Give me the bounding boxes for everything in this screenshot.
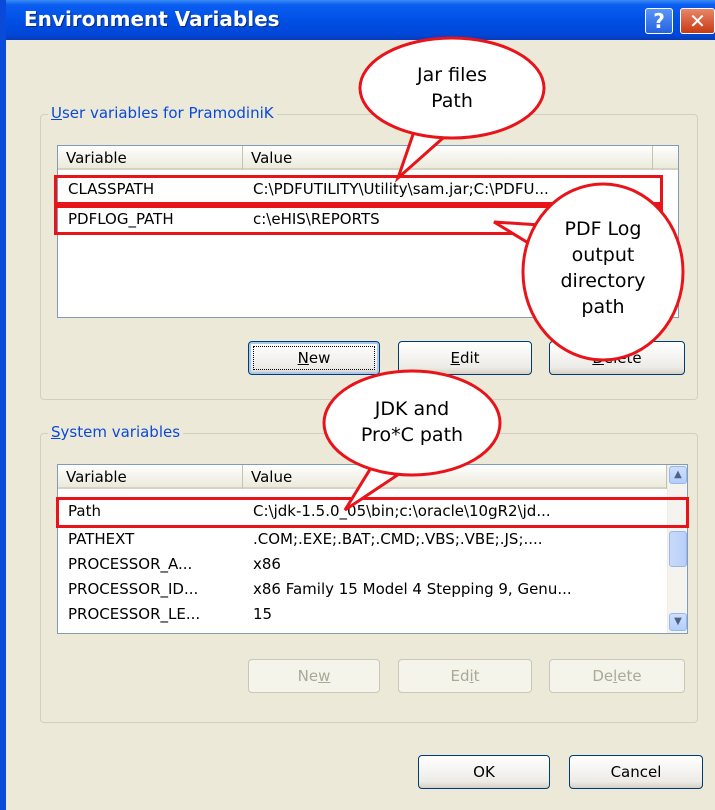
variable-value: x86 Family 15 Model 4 Stepping 9, Genu..…	[253, 580, 572, 598]
system-variables-label: System variables	[48, 423, 184, 441]
system-variables-list[interactable]: Variable Value Path C:\jdk-1.5.0_05\bin;…	[57, 464, 688, 634]
table-row[interactable]: PATHEXT .COM;.EXE;.BAT;.CMD;.VBS;.VBE;.J…	[58, 528, 663, 550]
callout-line: directory	[560, 270, 646, 292]
ok-button[interactable]: OK	[418, 755, 550, 789]
table-row[interactable]: PROCESSOR_A... x86	[58, 553, 663, 575]
system-delete-button[interactable]: Delete	[549, 659, 685, 693]
pdf-log-callout: PDF Log output directory path	[535, 216, 671, 320]
callout-line: PDF Log	[564, 218, 642, 240]
variable-value: x86	[253, 555, 281, 573]
help-button[interactable]: ?	[645, 8, 673, 34]
column-header-variable[interactable]: Variable	[58, 465, 243, 489]
callout-line: Path	[431, 90, 473, 112]
jar-files-callout: Jar files Path	[380, 62, 524, 114]
cancel-button[interactable]: Cancel	[569, 755, 703, 789]
scroll-up-button[interactable]: ▲	[669, 466, 687, 484]
classpath-highlight	[54, 175, 663, 205]
user-variables-label: User variables for PramodiniK	[48, 104, 277, 122]
user-new-button[interactable]: New	[248, 341, 380, 375]
close-button[interactable]: ✕	[680, 8, 715, 34]
callout-line: Jar files	[417, 64, 487, 86]
scroll-thumb[interactable]	[669, 531, 687, 567]
vertical-scrollbar[interactable]: ▲ ▼	[667, 465, 687, 633]
user-list-header: Variable Value	[58, 146, 678, 170]
window-border	[0, 0, 6, 810]
variable-name: PATHEXT	[68, 530, 135, 548]
system-list-header: Variable Value	[58, 465, 667, 489]
variable-name: PROCESSOR_A...	[68, 555, 193, 573]
chevron-up-icon: ▲	[674, 469, 682, 480]
close-icon: ✕	[689, 9, 706, 33]
variable-value: .COM;.EXE;.BAT;.CMD;.VBS;.VBE;.JS;....	[253, 530, 543, 548]
callout-line: path	[581, 296, 625, 318]
window-title: Environment Variables	[24, 7, 280, 31]
help-icon: ?	[653, 9, 665, 33]
jdk-callout: JDK and Pro*C path	[334, 396, 490, 448]
user-delete-button[interactable]: Delete	[549, 341, 685, 375]
table-row[interactable]: PROCESSOR_ID... x86 Family 15 Model 4 St…	[58, 578, 663, 600]
chevron-down-icon: ▼	[674, 616, 682, 627]
scroll-down-button[interactable]: ▼	[669, 613, 687, 631]
system-edit-button[interactable]: Edit	[398, 659, 532, 693]
path-highlight	[56, 497, 689, 528]
user-edit-button[interactable]: Edit	[398, 341, 532, 375]
variable-value: 15	[253, 605, 273, 623]
variable-name: PROCESSOR_ID...	[68, 580, 199, 598]
variable-name: PROCESSOR_LE...	[68, 605, 201, 623]
system-new-button[interactable]: New	[248, 659, 380, 693]
column-header-value[interactable]: Value	[243, 146, 653, 170]
callout-line: output	[571, 244, 635, 266]
table-row[interactable]: PROCESSOR_LE... 15	[58, 603, 663, 625]
callout-line: Pro*C path	[360, 424, 464, 446]
column-header-value[interactable]: Value	[243, 465, 667, 489]
callout-line: JDK and	[374, 398, 450, 420]
column-header-variable[interactable]: Variable	[58, 146, 243, 170]
